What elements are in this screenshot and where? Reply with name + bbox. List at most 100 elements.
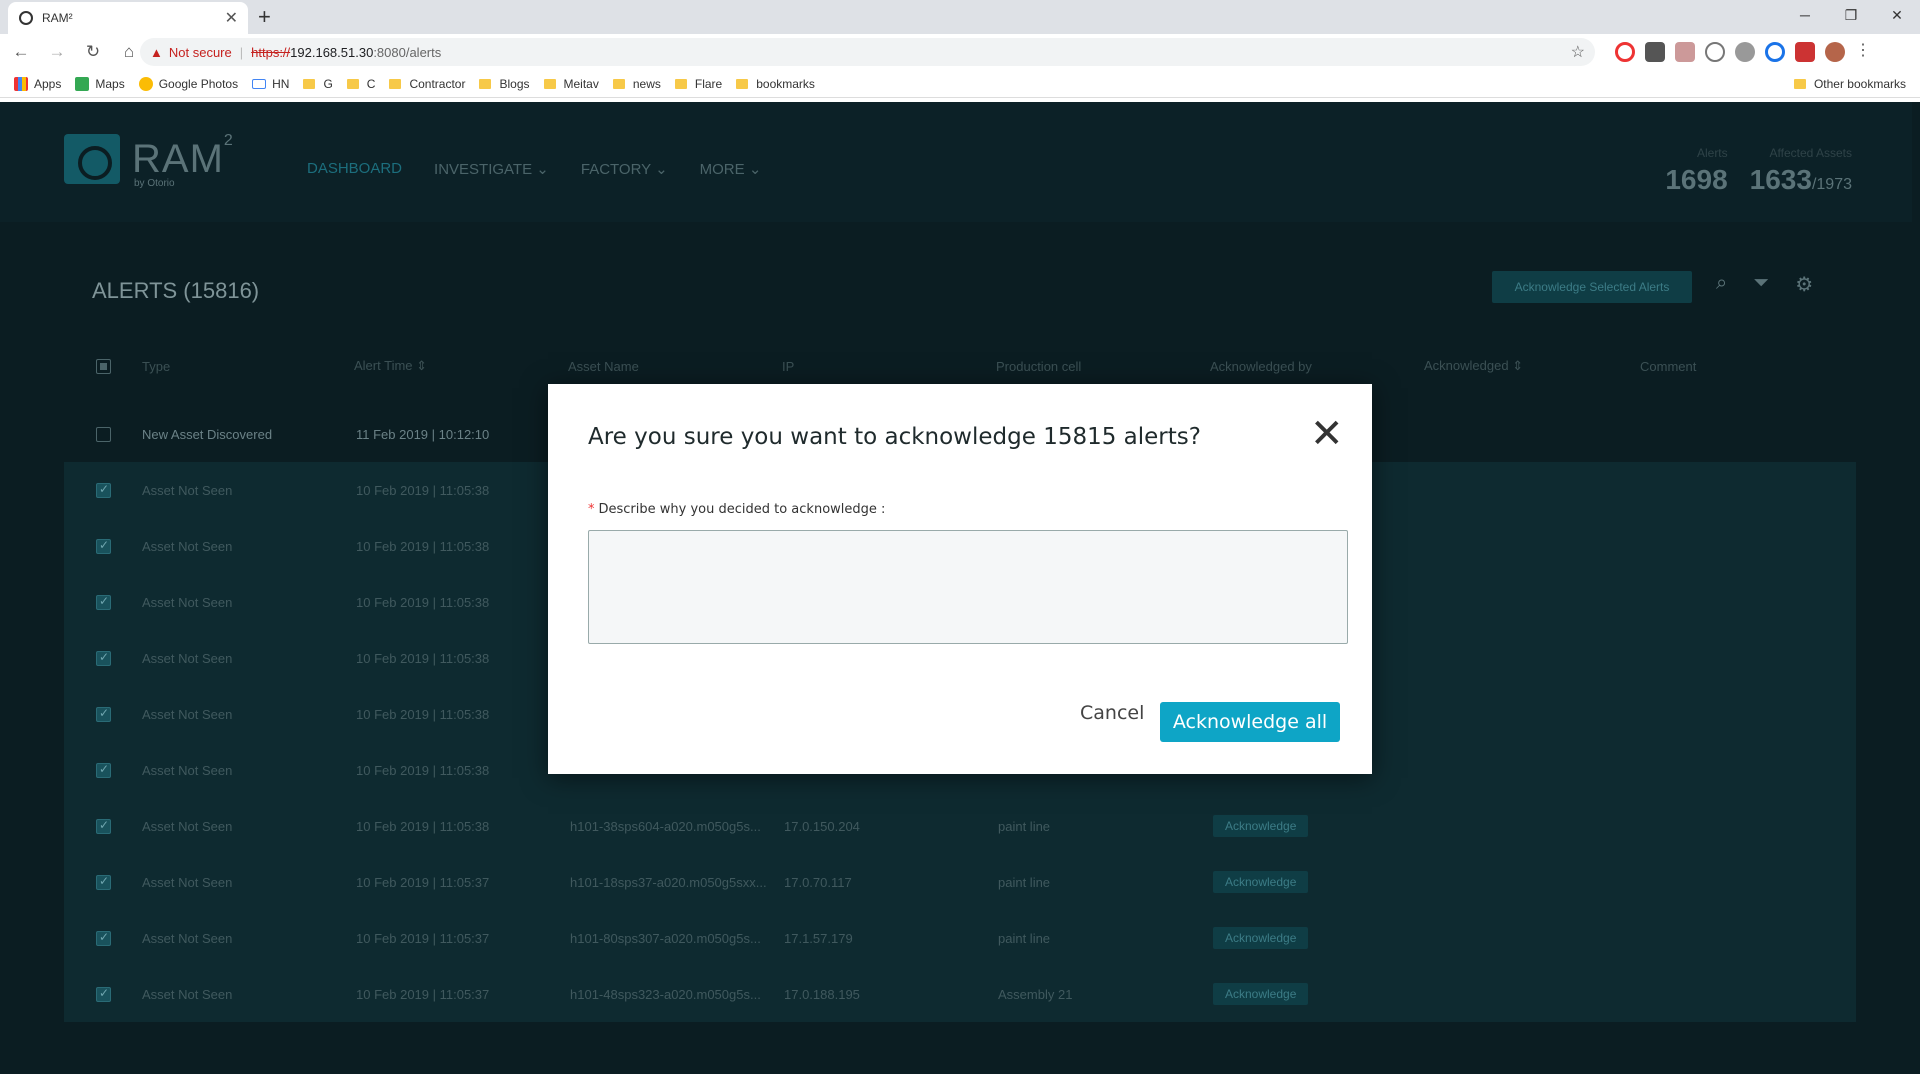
new-tab-icon[interactable]: + (258, 4, 271, 30)
acknowledge-dialog: Are you sure you want to acknowledge 158… (548, 384, 1372, 774)
row-checkbox[interactable] (96, 930, 111, 946)
alert-time-cell: 10 Feb 2019 | 11:05:38 (356, 594, 490, 610)
column-production-cell[interactable]: Production cell (996, 359, 1081, 374)
restore-icon[interactable]: ❐ (1828, 0, 1874, 30)
minimize-icon[interactable]: ─ (1782, 0, 1828, 30)
close-window-icon[interactable]: ✕ (1874, 0, 1920, 30)
reason-textarea[interactable] (588, 530, 1348, 644)
ram-logo[interactable]: RAM 2 by Otorio (64, 132, 233, 189)
row-acknowledge-button[interactable]: Acknowledge (1213, 927, 1309, 949)
column-type[interactable]: Type (142, 359, 170, 374)
bookmark-apps[interactable]: Apps (14, 76, 61, 91)
folder-icon (612, 78, 625, 89)
row-checkbox[interactable] (96, 426, 111, 442)
table-tools: ⌕ ⏷ ⚙ (1716, 272, 1813, 297)
bookmark-c[interactable]: C (346, 77, 375, 91)
extension-icon[interactable] (1735, 42, 1755, 62)
bookmark-google-photos[interactable]: Google Photos (138, 76, 238, 91)
browser-tab[interactable]: RAM² ✕ (8, 2, 248, 34)
column-alert-time[interactable]: Alert Time ⇕ (354, 358, 427, 374)
bookmark-flare[interactable]: Flare (674, 77, 722, 91)
gear-icon[interactable]: ⚙ (1795, 272, 1813, 297)
bookmark-news[interactable]: news (612, 77, 661, 91)
row-acknowledge-button[interactable]: Acknowledge (1213, 983, 1309, 1005)
bookmark-bookmarks[interactable]: bookmarks (736, 77, 815, 91)
acknowledge-all-button[interactable]: Acknowledge all (1160, 702, 1340, 742)
row-checkbox[interactable] (96, 706, 111, 722)
column-acknowledged[interactable]: Acknowledged ⇕ (1424, 358, 1523, 374)
search-icon[interactable]: ⌕ (1716, 272, 1727, 297)
alert-time-cell: 10 Feb 2019 | 11:05:38 (356, 482, 490, 498)
column-ip[interactable]: IP (782, 359, 794, 374)
row-acknowledge-button[interactable]: Acknowledge (1213, 871, 1309, 893)
sort-icon: ⇕ (416, 358, 428, 373)
bookmark-maps[interactable]: Maps (75, 76, 125, 91)
alert-time-cell: 10 Feb 2019 | 11:05:38 (356, 706, 490, 722)
bookmark-meitav[interactable]: Meitav (543, 77, 599, 91)
column-acknowledged-by[interactable]: Acknowledged by (1210, 359, 1312, 374)
chevron-down-icon: ⌄ (748, 161, 762, 178)
sort-icon: ⇕ (1512, 358, 1524, 373)
bookmark-contractor[interactable]: Contractor (389, 77, 465, 91)
bookmark-hn[interactable]: HN (252, 77, 289, 91)
ip-cell: 17.0.70.117 (784, 874, 852, 890)
row-checkbox[interactable] (96, 874, 111, 890)
close-icon[interactable]: ✕ (1310, 414, 1344, 454)
table-row[interactable]: Asset Not Seen 10 Feb 2019 | 11:05:38 h101… (64, 798, 1856, 854)
menu-icon[interactable]: ⋮ (1855, 42, 1871, 62)
row-checkbox[interactable] (96, 482, 111, 498)
url-scheme: https:// (251, 44, 291, 60)
dialog-title: Are you sure you want to acknowledge 158… (588, 424, 1201, 450)
column-comment[interactable]: Comment (1640, 359, 1696, 374)
nav-factory[interactable]: FACTORY ⌄ (581, 160, 668, 178)
row-checkbox[interactable] (96, 986, 111, 1002)
address-bar[interactable]: ▲ Not secure | https:// 192.168.51.30 :8… (140, 38, 1595, 66)
production-cell: paint line (998, 818, 1051, 834)
affected-assets-stat[interactable]: Affected Assets 1633/1973 (1750, 146, 1852, 196)
bookmark-blogs[interactable]: Blogs (479, 77, 530, 91)
nav-investigate[interactable]: INVESTIGATE ⌄ (434, 160, 549, 178)
back-icon[interactable]: ← (6, 42, 36, 62)
profile-avatar-icon[interactable] (1825, 42, 1845, 62)
nav-more[interactable]: MORE ⌄ (700, 160, 762, 178)
bookmark-g[interactable]: G (303, 77, 333, 91)
column-asset-name[interactable]: Asset Name (568, 359, 639, 374)
alert-type-cell: Asset Not Seen (142, 594, 233, 610)
filter-icon[interactable]: ⏷ (1753, 272, 1769, 297)
production-cell: Assembly 21 (998, 986, 1073, 1002)
asset-name-cell: h101-38sps604-a020.m050g5s... (570, 818, 761, 834)
bookmark-star-icon[interactable]: ☆ (1571, 42, 1585, 62)
nav-dashboard[interactable]: DASHBOARD (307, 160, 402, 178)
folder-icon (674, 78, 687, 89)
table-row[interactable]: Asset Not Seen 10 Feb 2019 | 11:05:37 h101… (64, 910, 1856, 966)
extension-icon[interactable] (1705, 42, 1725, 62)
cancel-button[interactable]: Cancel (1080, 702, 1144, 724)
reload-icon[interactable]: ↻ (78, 42, 108, 62)
tab-close-icon[interactable]: ✕ (225, 8, 238, 28)
forward-icon[interactable]: → (42, 42, 72, 62)
row-checkbox[interactable] (96, 594, 111, 610)
production-cell: paint line (998, 930, 1051, 946)
alert-type-cell: New Asset Discovered (142, 426, 273, 442)
opera-icon[interactable] (1615, 42, 1635, 62)
maps-icon (75, 76, 90, 91)
extension-icon[interactable] (1645, 42, 1665, 62)
apps-grid-icon (14, 76, 28, 91)
row-acknowledge-button[interactable]: Acknowledge (1213, 815, 1309, 837)
row-checkbox[interactable] (96, 650, 111, 666)
row-checkbox[interactable] (96, 818, 111, 834)
extension-icon[interactable] (1765, 42, 1785, 62)
table-row[interactable]: Asset Not Seen 10 Feb 2019 | 11:05:37 h101… (64, 966, 1856, 1022)
asset-name-cell: h101-48sps323-a020.m050g5s... (570, 986, 761, 1002)
acknowledge-selected-button[interactable]: Acknowledge Selected Alerts (1492, 271, 1692, 303)
row-checkbox[interactable] (96, 762, 111, 778)
affected-assets-total: /1973 (1811, 176, 1852, 193)
row-checkbox[interactable] (96, 538, 111, 554)
table-row[interactable]: Asset Not Seen 10 Feb 2019 | 11:05:37 h101… (64, 854, 1856, 910)
reason-label: * Describe why you decided to acknowledge… (588, 502, 885, 517)
other-bookmarks[interactable]: Other bookmarks (1793, 77, 1906, 91)
select-all-checkbox[interactable] (96, 358, 111, 374)
pdf-icon[interactable] (1675, 42, 1695, 62)
alerts-stat[interactable]: Alerts 1698 (1665, 146, 1727, 196)
pocket-icon[interactable] (1795, 42, 1815, 62)
